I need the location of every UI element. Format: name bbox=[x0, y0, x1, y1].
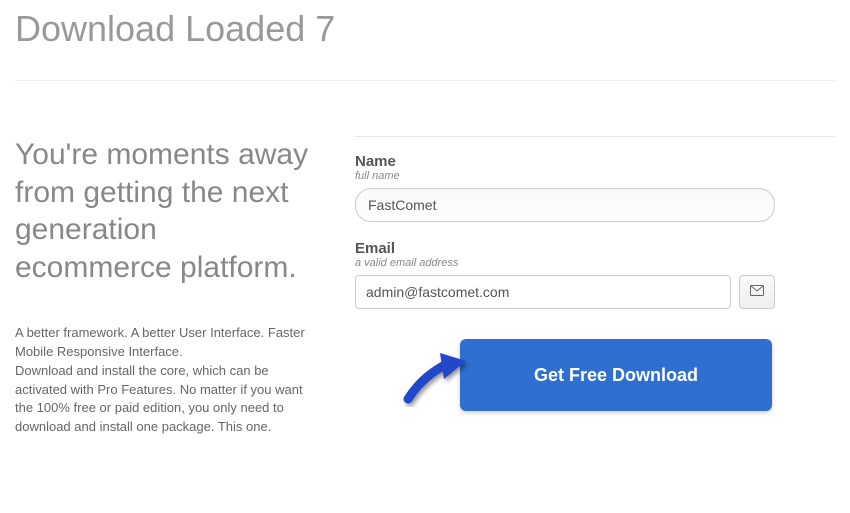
form-column: Name full name Email a valid email addre… bbox=[355, 136, 835, 437]
email-input[interactable] bbox=[355, 275, 731, 309]
email-row bbox=[355, 275, 775, 309]
email-hint: a valid email address bbox=[355, 257, 835, 269]
name-hint: full name bbox=[355, 170, 835, 182]
page-title: Download Loaded 7 bbox=[15, 0, 835, 81]
left-column: You're moments away from getting the nex… bbox=[15, 136, 315, 437]
description-line-1: A better framework. A better User Interf… bbox=[15, 325, 305, 359]
email-label: Email bbox=[355, 240, 835, 257]
headline: You're moments away from getting the nex… bbox=[15, 136, 315, 286]
content-area: You're moments away from getting the nex… bbox=[15, 136, 835, 437]
email-field-group: Email a valid email address bbox=[355, 240, 835, 309]
email-icon-button[interactable] bbox=[739, 275, 775, 309]
name-label: Name bbox=[355, 153, 835, 170]
description-line-2: Download and install the core, which can… bbox=[15, 363, 303, 435]
name-field-group: Name full name bbox=[355, 153, 835, 222]
description: A better framework. A better User Interf… bbox=[15, 324, 315, 437]
name-input[interactable] bbox=[355, 188, 775, 222]
envelope-icon bbox=[750, 283, 764, 301]
get-free-download-button[interactable]: Get Free Download bbox=[460, 339, 772, 411]
